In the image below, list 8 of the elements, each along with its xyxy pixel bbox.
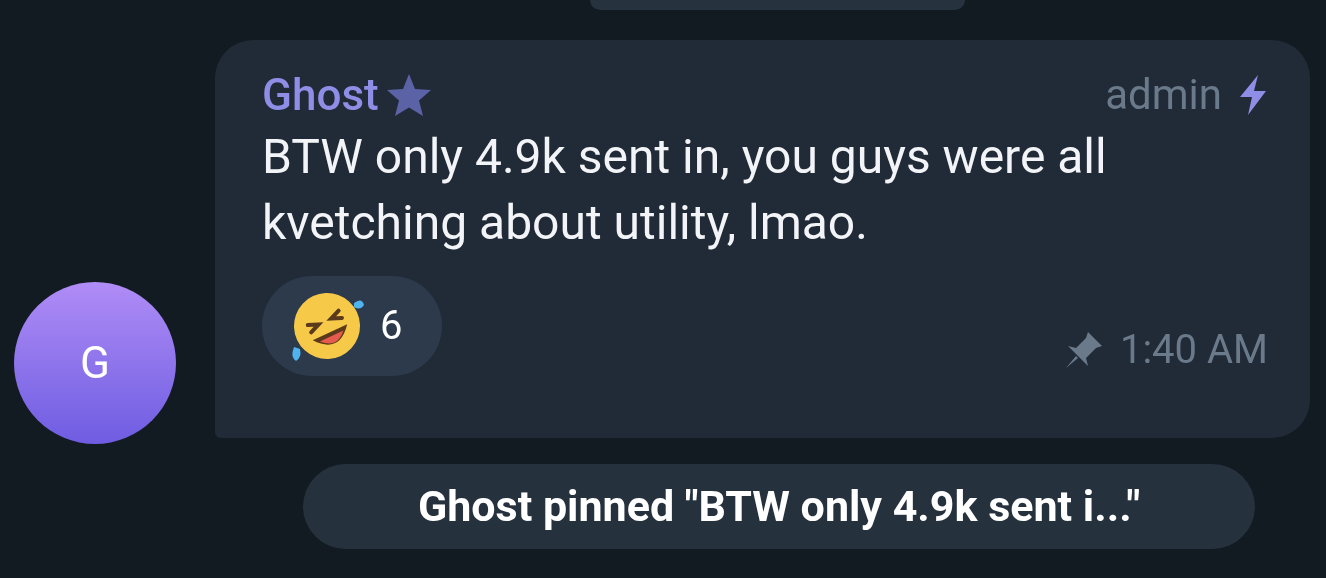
message-time: 1:40 AM [1119,325,1268,375]
avatar[interactable]: G [14,282,176,444]
message-text: BTW only 4.9k sent in, you guys were all kvetching about utility, lmao. [262,127,1108,253]
reaction-chip[interactable]: 6 [262,276,442,376]
sender-name[interactable]: Ghost [262,68,379,122]
pinned-notice: Ghost pinned "BTW only 4.9k sent i..." [303,464,1255,549]
lightning-icon [1238,75,1268,115]
admin-label: admin [1105,69,1222,121]
